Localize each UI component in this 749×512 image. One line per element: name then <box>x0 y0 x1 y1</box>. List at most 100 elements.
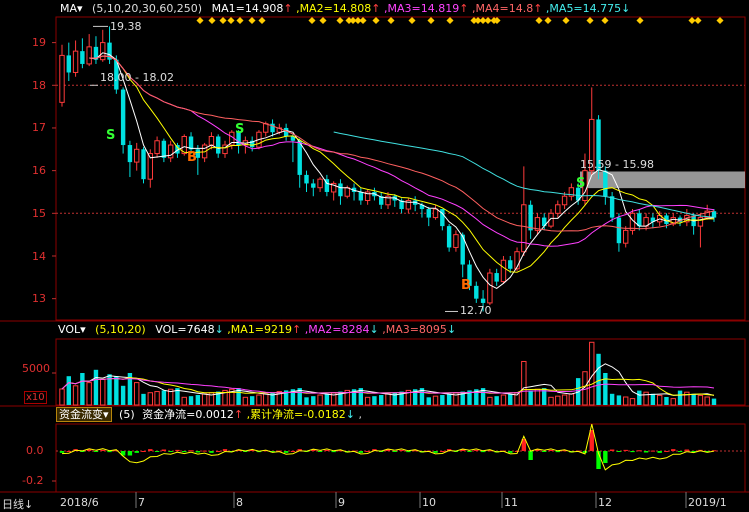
candle-body <box>432 208 439 219</box>
price-tick-14: 14 <box>32 250 46 263</box>
ma1-value: MA1=14.908 <box>211 2 284 15</box>
sell-signal-3: S <box>576 176 586 191</box>
vol-ma3-arrow-icon: ↓ <box>446 323 457 336</box>
candle-body <box>603 170 608 197</box>
volume-bar <box>114 376 119 405</box>
volume-legend: VOL▾ (5,10,20) VOL=7648↓ ,MA1=9219↑ ,MA2… <box>58 323 457 336</box>
candle-body <box>487 272 493 304</box>
flow-bar <box>195 451 201 453</box>
candle-body <box>616 217 622 244</box>
period-arrow-icon: ↓ <box>24 498 34 511</box>
date-7: 7 <box>138 496 145 509</box>
candle-body <box>120 89 126 146</box>
flow-bar <box>657 451 662 453</box>
flow-bar <box>392 451 397 452</box>
volume-bar <box>72 385 79 406</box>
date-10: 10 <box>422 496 436 509</box>
event-diamond-icon <box>544 16 552 25</box>
volume-bar <box>629 398 636 406</box>
volume-bar <box>161 390 167 405</box>
candle-body <box>609 196 615 218</box>
flow-bar <box>317 451 323 452</box>
volume-bar <box>643 391 649 406</box>
flow-tick-neg: -0.2 <box>22 474 44 487</box>
vol-ma3-value: MA3=8095 <box>385 323 447 336</box>
candle-body <box>311 183 316 188</box>
volume-bar <box>677 390 683 405</box>
volume-bar <box>317 394 323 406</box>
date-11: 11 <box>504 496 518 509</box>
flow-bar <box>677 451 683 452</box>
volume-bar <box>623 396 629 406</box>
event-diamond-icon <box>408 16 416 25</box>
volume-bar <box>650 393 656 405</box>
event-diamond-icon <box>258 16 266 25</box>
flow-bar <box>650 450 656 452</box>
event-diamond-icon <box>586 16 594 25</box>
event-diamond-icon <box>359 16 367 25</box>
volume-bar <box>561 394 568 406</box>
period-button[interactable]: 日线↓ <box>2 496 33 512</box>
flow-indicator-button[interactable]: 资金流变▾ <box>56 407 112 422</box>
volume-bar <box>249 396 255 405</box>
volume-bar <box>147 392 153 406</box>
flow-bar <box>154 451 160 452</box>
flow-tick-zero: 0.0 <box>26 444 44 457</box>
ma-periods: (5,10,20,30,60,250) <box>92 2 203 15</box>
event-diamond-icon <box>196 16 204 25</box>
volume-bar <box>534 388 541 406</box>
volume-bar <box>521 360 527 406</box>
candle-body <box>358 191 364 201</box>
volume-bar <box>134 382 140 406</box>
candle-body <box>100 42 106 61</box>
flow-bar <box>148 449 153 451</box>
price-tick-13: 13 <box>32 292 46 305</box>
volume-bar <box>379 395 384 405</box>
flow-bar <box>127 451 133 456</box>
vol-indicator-button[interactable]: VOL▾ <box>58 323 86 336</box>
candle-body <box>344 187 350 197</box>
volume-bar <box>704 396 710 406</box>
candle-body <box>188 136 194 150</box>
vol-arrow-icon: ↓ <box>214 323 224 336</box>
flow-bar <box>141 451 146 452</box>
flow-bar <box>168 451 173 452</box>
candle-body <box>134 148 140 163</box>
volume-bar <box>487 396 493 406</box>
candle-body <box>208 135 215 146</box>
price-tick-15: 15 <box>32 207 46 220</box>
flow-bar <box>365 451 370 452</box>
volume-bar <box>59 388 65 406</box>
date-9: 9 <box>338 496 345 509</box>
flow-bar <box>643 451 649 453</box>
candle-body <box>555 204 561 214</box>
volume-bar <box>100 378 106 406</box>
ma5-value: MA5=14.775 <box>549 2 622 15</box>
flow-bar <box>514 451 520 452</box>
volume-bar <box>201 393 208 406</box>
event-diamond-icon <box>446 16 454 25</box>
volume-bar <box>66 376 71 405</box>
flow-bar <box>202 450 207 452</box>
flow-net-value: 资金净流=0.0012 <box>142 408 234 421</box>
date-8: 8 <box>236 496 243 509</box>
volume-unit: x10 <box>24 391 47 404</box>
candle-body <box>66 55 71 73</box>
flow-net-arrow-icon: ↑ <box>233 408 244 421</box>
candle-body <box>494 273 499 282</box>
flow-bar <box>182 451 187 453</box>
candle-body <box>521 204 527 253</box>
vol-ma1-arrow-icon: ↑ <box>292 323 302 336</box>
ma-indicator-button[interactable]: MA▾ <box>60 2 83 15</box>
volume-bar <box>86 382 92 406</box>
flow-bar <box>542 451 547 452</box>
volume-bar <box>440 395 445 405</box>
event-diamond-icon <box>535 16 543 25</box>
volume-bar <box>80 373 85 405</box>
volume-bar <box>664 397 669 405</box>
flow-bar <box>548 449 554 451</box>
ma3-value: MA3=14.819 <box>387 2 460 15</box>
date-12: 12 <box>598 496 612 509</box>
volume-bar <box>500 394 507 406</box>
volume-bar <box>195 395 201 405</box>
